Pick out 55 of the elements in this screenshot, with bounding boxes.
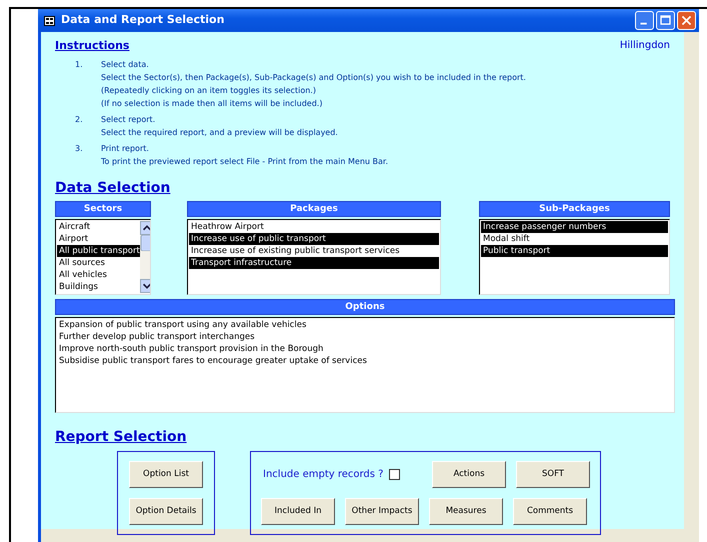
minimize-button[interactable] [635,11,654,30]
report-button[interactable]: Other Impacts [345,498,419,524]
list-item[interactable]: Expansion of public transport using any available vehicles [57,318,673,330]
instruction-text: (If no selection is made then all items will be included.) [101,98,324,110]
list-item[interactable]: Heathrow Airport [189,220,439,232]
list-header: Sub-Packages [479,200,670,216]
form-icon [44,16,55,26]
step-number: 2. [74,114,84,126]
instruction-text: Select the required report, and a preview will be displayed. [101,126,338,138]
list-item[interactable]: Increase use of existing public transport services [189,244,439,256]
list-item[interactable]: Airport [57,232,140,244]
report-button[interactable]: Option Details [129,498,203,524]
list-item[interactable]: Improve north-south public transport provision in the Borough [57,342,673,354]
maximize-button[interactable] [656,11,675,30]
report-button[interactable]: Actions [432,460,506,488]
checkbox[interactable] [389,468,400,480]
section-heading: Report Selection [55,428,188,446]
list-header: Sectors [55,200,151,216]
window-title: Data and Report Selection [61,12,226,28]
scroll-thumb[interactable] [140,234,150,250]
report-button[interactable]: Option List [129,460,203,488]
list-item[interactable]: Public transport [481,244,668,256]
list-item[interactable]: Modal shift [481,232,668,244]
checkbox-label: Include empty records ? [263,468,384,482]
instruction-text: Print report. [101,142,150,154]
list-item[interactable]: All sources [57,256,140,268]
step-number: 1. [74,58,84,70]
list-header: Packages [187,200,441,216]
list-header: Options [55,298,675,314]
list-item[interactable]: Aircraft [57,220,140,232]
list-item[interactable]: Subsidise public transport fares to encourage greater uptake of services [57,354,673,366]
scrollbar[interactable] [140,220,150,292]
scroll-down-button[interactable] [140,278,150,292]
scroll-up-button[interactable] [140,220,150,234]
section-heading: Data Selection [55,178,172,198]
list-item[interactable]: All vehicles [57,268,140,280]
list-item[interactable]: Increase use of public transport [189,232,439,244]
list-item[interactable]: Further develop public transport interchanges [57,330,673,342]
list-item[interactable]: Transport infrastructure [189,256,439,268]
report-button[interactable]: Measures [429,498,503,524]
section-heading: Instructions [55,38,130,54]
instruction-text: Select the Sector(s), then Package(s), Sub-Package(s) and Option(s) you wish to be included in the report. [101,72,526,84]
instruction-text: Select report. [101,114,156,126]
list-item[interactable]: All public transport [57,244,140,256]
step-number: 3. [74,142,84,154]
instruction-text: To print the previewed report select File - Print from the main Menu Bar. [101,156,388,168]
list-item[interactable]: Buildings [57,280,140,292]
instruction-text: Select data. [101,58,150,70]
list-item[interactable]: Increase passenger numbers [481,220,668,232]
report-button[interactable]: Comments [513,498,587,524]
instruction-text: (Repeatedly clicking on an item toggles its selection.) [101,84,317,96]
report-button[interactable]: SOFT [516,460,590,488]
close-button[interactable] [677,11,696,30]
user-label: Hillingdon [620,39,670,53]
report-button[interactable]: Included In [261,498,335,524]
